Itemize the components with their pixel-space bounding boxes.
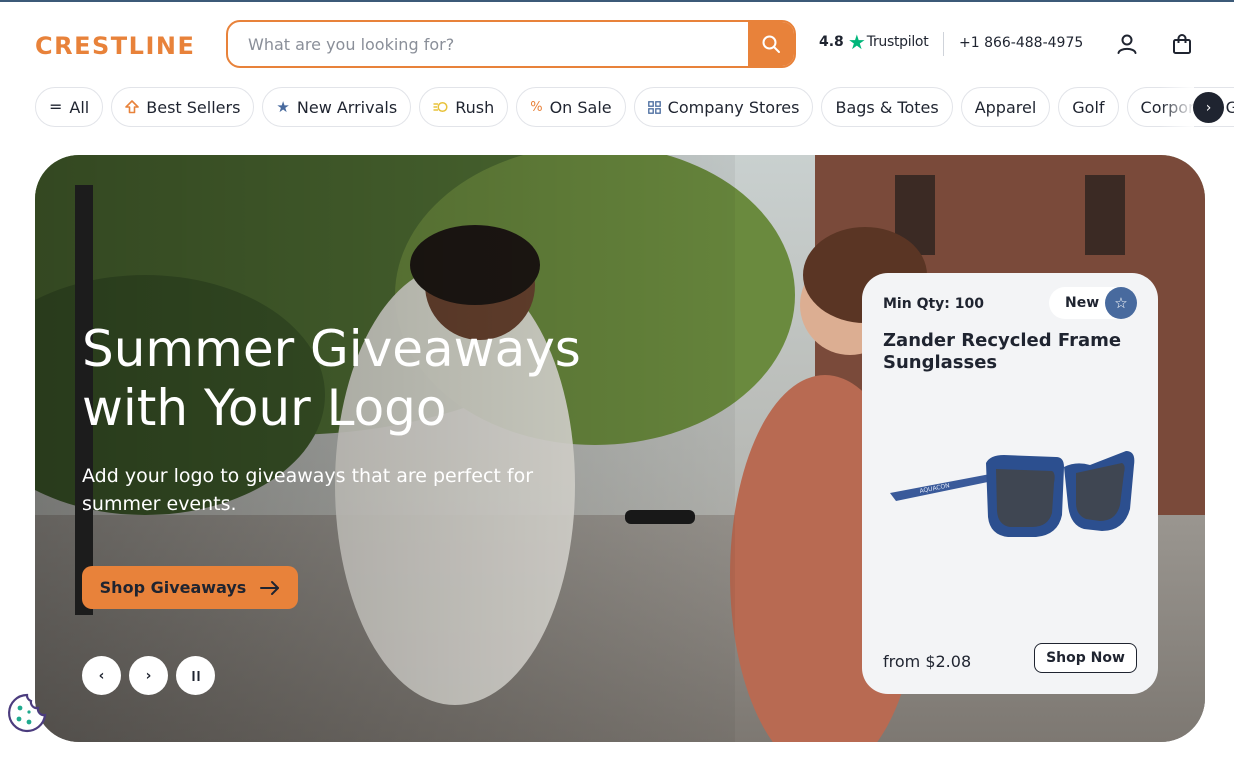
new-badge-label: New (1065, 295, 1100, 311)
chevron-right-icon: › (145, 667, 152, 684)
nav-chip-bags-totes[interactable]: Bags & Totes (821, 87, 953, 127)
hero-title: Summer Giveaways with Your Logo (82, 320, 642, 438)
trustpilot-star-icon: ★ (847, 30, 866, 54)
cart-button[interactable] (1170, 32, 1194, 56)
shopping-bag-icon (1173, 34, 1191, 54)
percent-icon: % (530, 99, 543, 115)
category-nav: = All Best Sellers ★ New Arrivals Rush %… (35, 87, 1234, 127)
product-image-sunglasses[interactable]: AQUACON (886, 443, 1136, 563)
site-header: CRESTLINE 4.8 ★ Trustpilot +1 866-488-49… (0, 2, 1234, 84)
nav-chip-apparel[interactable]: Apparel (960, 87, 1051, 127)
nav-chip-label: Company Stores (667, 97, 800, 117)
brand-logo[interactable]: CRESTLINE (35, 32, 195, 60)
nav-chip-label: Best Sellers (146, 97, 241, 117)
pause-icon (192, 670, 199, 681)
hero-title-line-2: with Your Logo (82, 379, 447, 437)
chevron-right-icon: › (1205, 99, 1212, 116)
nav-chip-on-sale[interactable]: % On Sale (516, 87, 626, 127)
nav-chip-all[interactable]: = All (35, 87, 104, 127)
hero-title-line-1: Summer Giveaways (82, 320, 581, 378)
grid-icon (647, 100, 661, 114)
phone-number[interactable]: +1 866-488-4975 (959, 35, 1083, 51)
featured-product-card[interactable]: Min Qty: 100 New ☆ Zander Recycled Frame… (862, 273, 1158, 694)
cookie-icon (8, 693, 47, 733)
slide-prev-button[interactable]: ‹ (82, 656, 121, 695)
rating-value: 4.8 (819, 34, 844, 50)
fast-icon (433, 101, 448, 113)
search-input[interactable] (228, 22, 748, 66)
nav-chip-label: On Sale (549, 97, 612, 117)
nav-chip-label: Rush (455, 97, 495, 117)
star-icon: ★ (276, 97, 290, 116)
arrow-right-icon (260, 580, 280, 595)
upload-arrow-icon (125, 100, 140, 114)
nav-chip-company-stores[interactable]: Company Stores (633, 87, 814, 127)
trustpilot-rating[interactable]: 4.8 ★ Trustpilot (819, 30, 929, 54)
nav-chip-golf[interactable]: Golf (1058, 87, 1119, 127)
product-price: from $2.08 (883, 652, 972, 671)
search-bar (226, 20, 796, 68)
nav-fade-overlay (1160, 87, 1194, 127)
nav-scroll-next-button[interactable]: › (1193, 92, 1224, 123)
slide-pause-button[interactable] (176, 656, 215, 695)
account-button[interactable] (1115, 32, 1139, 56)
new-badge: New ☆ (1049, 287, 1137, 319)
nav-chip-label: New Arrivals (296, 97, 398, 117)
search-button[interactable] (748, 22, 794, 66)
shop-now-button[interactable]: Shop Now (1034, 643, 1137, 673)
product-name[interactable]: Zander Recycled Frame Sunglasses (883, 330, 1143, 374)
nav-chip-label: All (69, 97, 90, 117)
trustpilot-label: Trustpilot (866, 34, 929, 50)
hero-subtitle: Add your logo to giveaways that are perf… (82, 465, 533, 515)
user-icon (1117, 34, 1137, 54)
chevron-left-icon: ‹ (98, 667, 105, 684)
min-qty-label: Min Qty: 100 (883, 296, 984, 312)
hero-text-shade (35, 155, 735, 742)
shop-giveaways-button[interactable]: Shop Giveaways (82, 566, 298, 609)
header-divider (943, 32, 944, 56)
slide-next-button[interactable]: › (129, 656, 168, 695)
nav-chip-label: Golf (1072, 97, 1105, 117)
nav-chip-new-arrivals[interactable]: ★ New Arrivals (262, 87, 412, 127)
menu-icon: = (49, 97, 63, 116)
cta-label: Shop Giveaways (99, 578, 247, 597)
nav-chip-rush[interactable]: Rush (419, 87, 509, 127)
search-icon (762, 35, 780, 53)
nav-chip-label: Apparel (974, 97, 1037, 117)
nav-chip-best-sellers[interactable]: Best Sellers (111, 87, 255, 127)
star-badge-icon: ☆ (1105, 287, 1137, 319)
nav-chip-label: Bags & Totes (835, 97, 939, 117)
cookie-settings-button[interactable] (7, 693, 47, 733)
sunglasses-imprint-text: AQUACON (919, 482, 950, 495)
